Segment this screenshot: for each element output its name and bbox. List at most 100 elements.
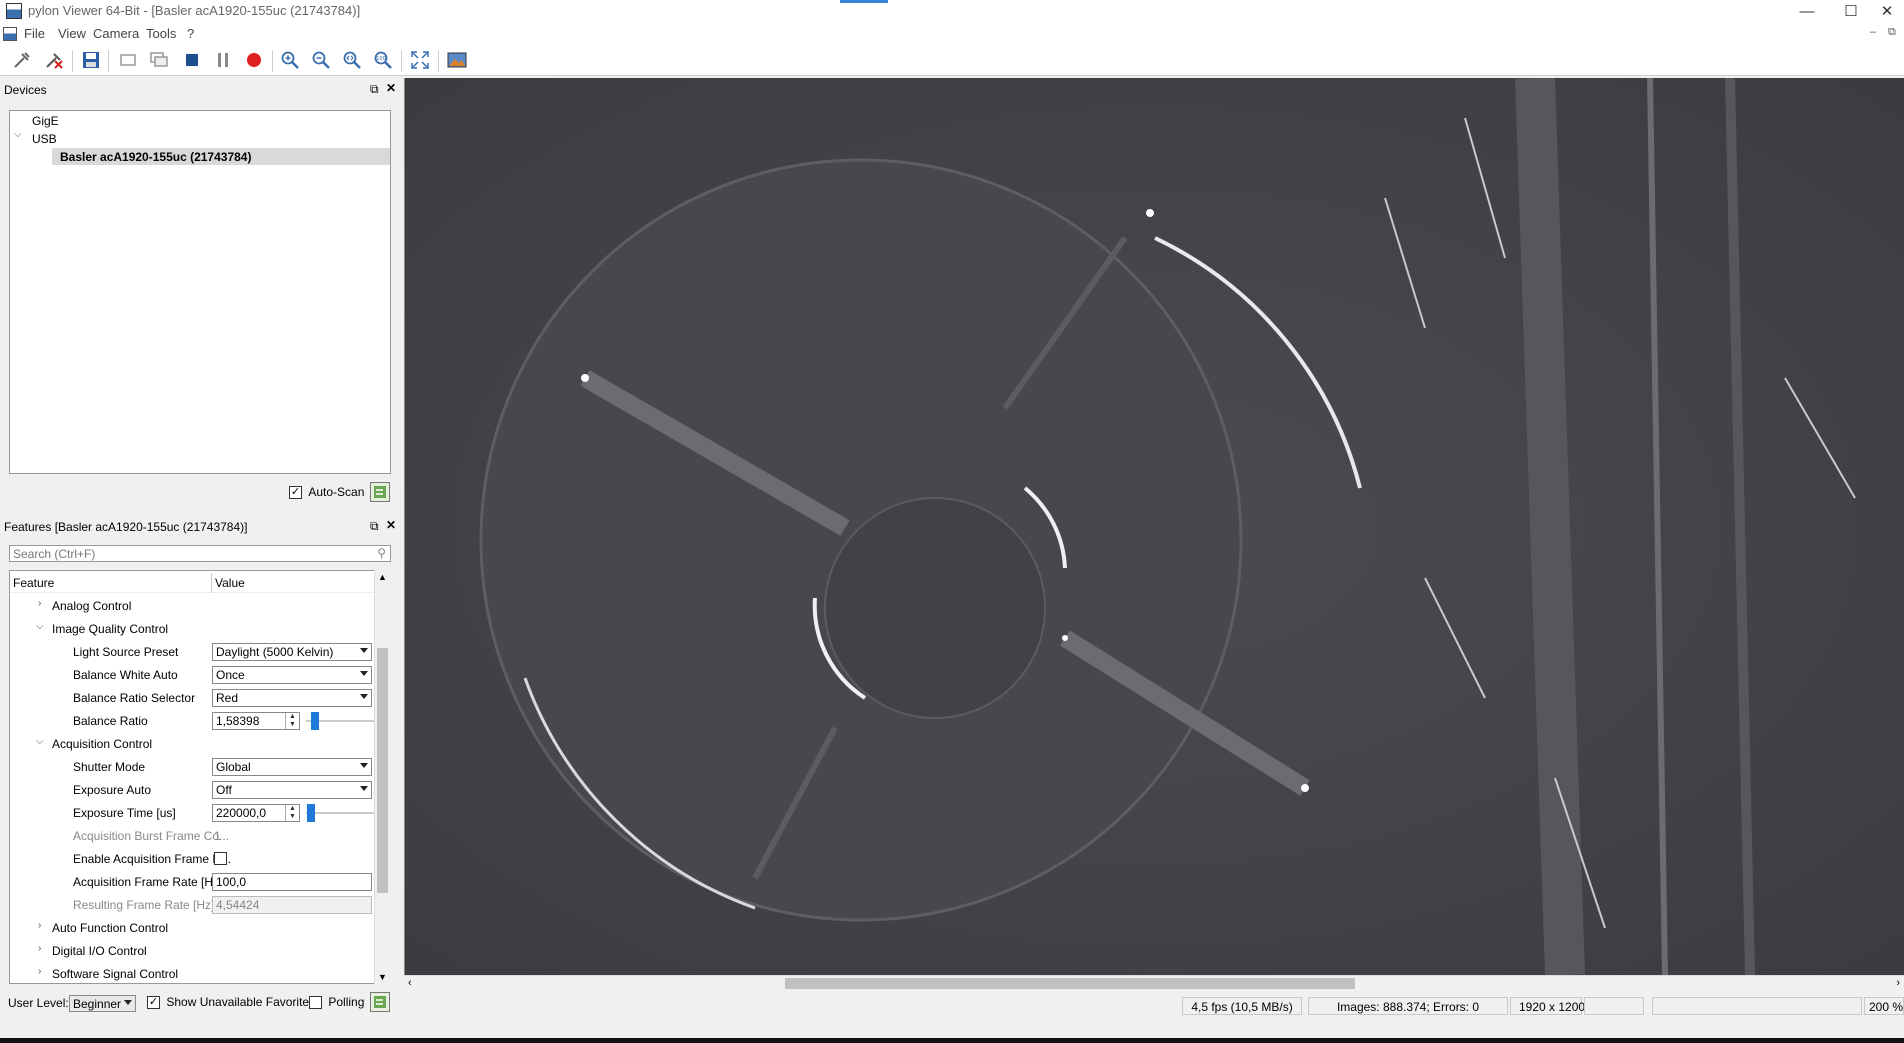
resulting-frame-rate-value: 4,54424 bbox=[212, 896, 372, 914]
show-unavailable-checkbox[interactable]: ✓ Show Unavailable Favorites bbox=[147, 995, 315, 1010]
light-source-preset-select[interactable]: Daylight (5000 Kelvin) bbox=[212, 643, 372, 661]
refresh-devices-button[interactable] bbox=[370, 482, 390, 502]
balance-ratio-input[interactable]: 1,58398 ▲ ▼ bbox=[212, 712, 300, 730]
checkbox-box[interactable] bbox=[309, 996, 322, 1010]
menu-help[interactable]: ? bbox=[187, 26, 194, 41]
record-icon[interactable] bbox=[242, 48, 266, 72]
chevron-right-icon[interactable]: › bbox=[38, 920, 41, 931]
frame-rate-input[interactable]: 100,0 bbox=[212, 873, 372, 891]
tree-item-usb[interactable]: USB bbox=[32, 132, 57, 146]
dropdown-arrow-icon bbox=[360, 763, 368, 768]
image-view-icon[interactable] bbox=[445, 48, 469, 72]
column-feature[interactable]: Feature bbox=[13, 576, 54, 590]
pause-icon[interactable] bbox=[211, 48, 235, 72]
close-camera-icon[interactable] bbox=[42, 48, 66, 72]
spin-arrows-icon[interactable]: ▲ ▼ bbox=[285, 805, 299, 821]
feature-burst-frame-count: Acquisition Burst Frame Co... 1 bbox=[73, 829, 230, 843]
chevron-right-icon[interactable]: › bbox=[38, 943, 41, 954]
menu-tools[interactable]: Tools bbox=[146, 26, 176, 41]
toolbar-separator bbox=[401, 50, 402, 72]
title-bar: pylon Viewer 64-Bit - [Basler acA1920-15… bbox=[0, 0, 1904, 24]
close-panel-icon[interactable]: ✕ bbox=[386, 81, 396, 95]
camera-image-view[interactable] bbox=[404, 78, 1904, 975]
tree-item-device[interactable]: Basler acA1920-155uc (21743784) bbox=[52, 148, 390, 165]
refresh-icon bbox=[374, 996, 386, 1008]
feature-balance-ratio-selector: Balance Ratio Selector Red bbox=[10, 687, 376, 709]
feature-balance-ratio: Balance Ratio 1,58398 ▲ ▼ bbox=[10, 710, 376, 732]
balance-ratio-slider[interactable] bbox=[306, 712, 376, 730]
tree-item-gige[interactable]: GigE bbox=[32, 114, 59, 128]
feature-shutter-mode: Shutter Mode Global bbox=[10, 756, 376, 778]
spin-arrows-icon[interactable]: ▲ ▼ bbox=[285, 713, 299, 729]
feature-search-input[interactable]: Search (Ctrl+F) ⚲ bbox=[9, 545, 391, 562]
check-icon[interactable]: ✓ bbox=[289, 486, 302, 500]
scroll-up-icon[interactable]: ▲ bbox=[378, 572, 387, 582]
category-analog-control[interactable]: › Analog Control bbox=[10, 595, 376, 617]
exposure-time-slider[interactable] bbox=[306, 804, 376, 822]
auto-scan-checkbox[interactable]: ✓ Auto-Scan bbox=[289, 485, 364, 500]
refresh-features-button[interactable] bbox=[370, 992, 390, 1012]
scroll-right-icon[interactable]: › bbox=[1896, 977, 1900, 989]
window-title: pylon Viewer 64-Bit - [Basler acA1920-15… bbox=[28, 3, 361, 18]
category-acquisition-control[interactable]: ⌵ Acquisition Control bbox=[10, 733, 376, 755]
category-software-signal-control[interactable]: › Software Signal Control bbox=[10, 963, 376, 983]
features-scrollbar-thumb[interactable] bbox=[377, 648, 388, 893]
zoom-out-icon[interactable] bbox=[309, 48, 333, 72]
exposure-auto-select[interactable]: Off bbox=[212, 781, 372, 799]
menu-file[interactable]: File bbox=[24, 26, 45, 41]
zoom-100-icon[interactable]: 100 bbox=[371, 48, 395, 72]
slider-thumb[interactable] bbox=[307, 804, 315, 822]
image-scrollbar-thumb[interactable] bbox=[785, 978, 1355, 989]
slider-thumb[interactable] bbox=[311, 712, 319, 730]
document-icon[interactable] bbox=[3, 27, 17, 41]
column-value[interactable]: Value bbox=[215, 576, 245, 590]
zoom-fit-icon[interactable] bbox=[340, 48, 364, 72]
exposure-time-input[interactable]: 220000,0 ▲ ▼ bbox=[212, 804, 300, 822]
close-button[interactable]: ✕ bbox=[1864, 0, 1904, 24]
continuous-shot-icon[interactable] bbox=[147, 48, 171, 72]
open-camera-icon[interactable] bbox=[10, 48, 34, 72]
toolbar-separator bbox=[438, 50, 439, 72]
chevron-right-icon[interactable]: › bbox=[38, 966, 41, 977]
chevron-down-icon[interactable]: ⌵ bbox=[14, 129, 22, 140]
undock-icon[interactable]: ⧉ bbox=[370, 82, 379, 97]
feature-resulting-frame-rate: Resulting Frame Rate [Hz] 4,54424 bbox=[10, 894, 376, 916]
polling-checkbox[interactable]: Polling bbox=[309, 995, 364, 1010]
stop-icon[interactable] bbox=[180, 48, 204, 72]
search-icon: ⚲ bbox=[377, 546, 386, 560]
mdi-restore-button[interactable]: ⧉ bbox=[1888, 26, 1896, 39]
mdi-minimize-button[interactable]: – bbox=[1870, 26, 1876, 38]
category-image-quality-control[interactable]: ⌵ Image Quality Control bbox=[10, 618, 376, 640]
menu-view[interactable]: View bbox=[58, 26, 86, 41]
devices-panel-header: Devices bbox=[0, 80, 400, 100]
save-image-icon[interactable] bbox=[79, 48, 103, 72]
features-panel-header: Features [Basler acA1920-155uc (21743784… bbox=[0, 517, 400, 537]
features-panel-title: Features [Basler acA1920-155uc (21743784… bbox=[4, 520, 248, 534]
chevron-down-icon[interactable]: ⌵ bbox=[36, 736, 44, 747]
category-digital-io-control[interactable]: › Digital I/O Control bbox=[10, 940, 376, 962]
shutter-mode-select[interactable]: Global bbox=[212, 758, 372, 776]
enable-frame-rate-checkbox[interactable] bbox=[214, 852, 227, 865]
close-panel-icon[interactable]: ✕ bbox=[386, 518, 396, 532]
status-bar: 4,5 fps (10,5 MB/s) Images: 888.374; Err… bbox=[404, 995, 1904, 1019]
undock-icon[interactable]: ⧉ bbox=[370, 519, 379, 534]
dropdown-arrow-icon bbox=[360, 786, 368, 791]
chevron-down-icon[interactable]: ⌵ bbox=[36, 621, 44, 632]
resolution-status: 1920 x 1200 bbox=[1510, 997, 1585, 1015]
app-icon bbox=[6, 3, 22, 19]
balance-ratio-selector-select[interactable]: Red bbox=[212, 689, 372, 707]
zoom-in-icon[interactable] bbox=[278, 48, 302, 72]
chevron-right-icon[interactable]: › bbox=[38, 598, 41, 609]
menu-camera[interactable]: Camera bbox=[93, 26, 139, 41]
single-shot-icon[interactable] bbox=[116, 48, 140, 72]
toolbar-separator bbox=[272, 50, 273, 72]
category-auto-function-control[interactable]: › Auto Function Control bbox=[10, 917, 376, 939]
scroll-left-icon[interactable]: ‹ bbox=[408, 977, 412, 989]
minimize-button[interactable]: — bbox=[1784, 0, 1830, 24]
user-level-select[interactable]: Beginner bbox=[69, 995, 136, 1012]
check-icon[interactable]: ✓ bbox=[147, 996, 160, 1010]
balance-white-auto-select[interactable]: Once bbox=[212, 666, 372, 684]
scroll-down-icon[interactable]: ▼ bbox=[378, 972, 387, 982]
status-field-empty bbox=[1584, 997, 1644, 1015]
fullscreen-icon[interactable] bbox=[408, 48, 432, 72]
